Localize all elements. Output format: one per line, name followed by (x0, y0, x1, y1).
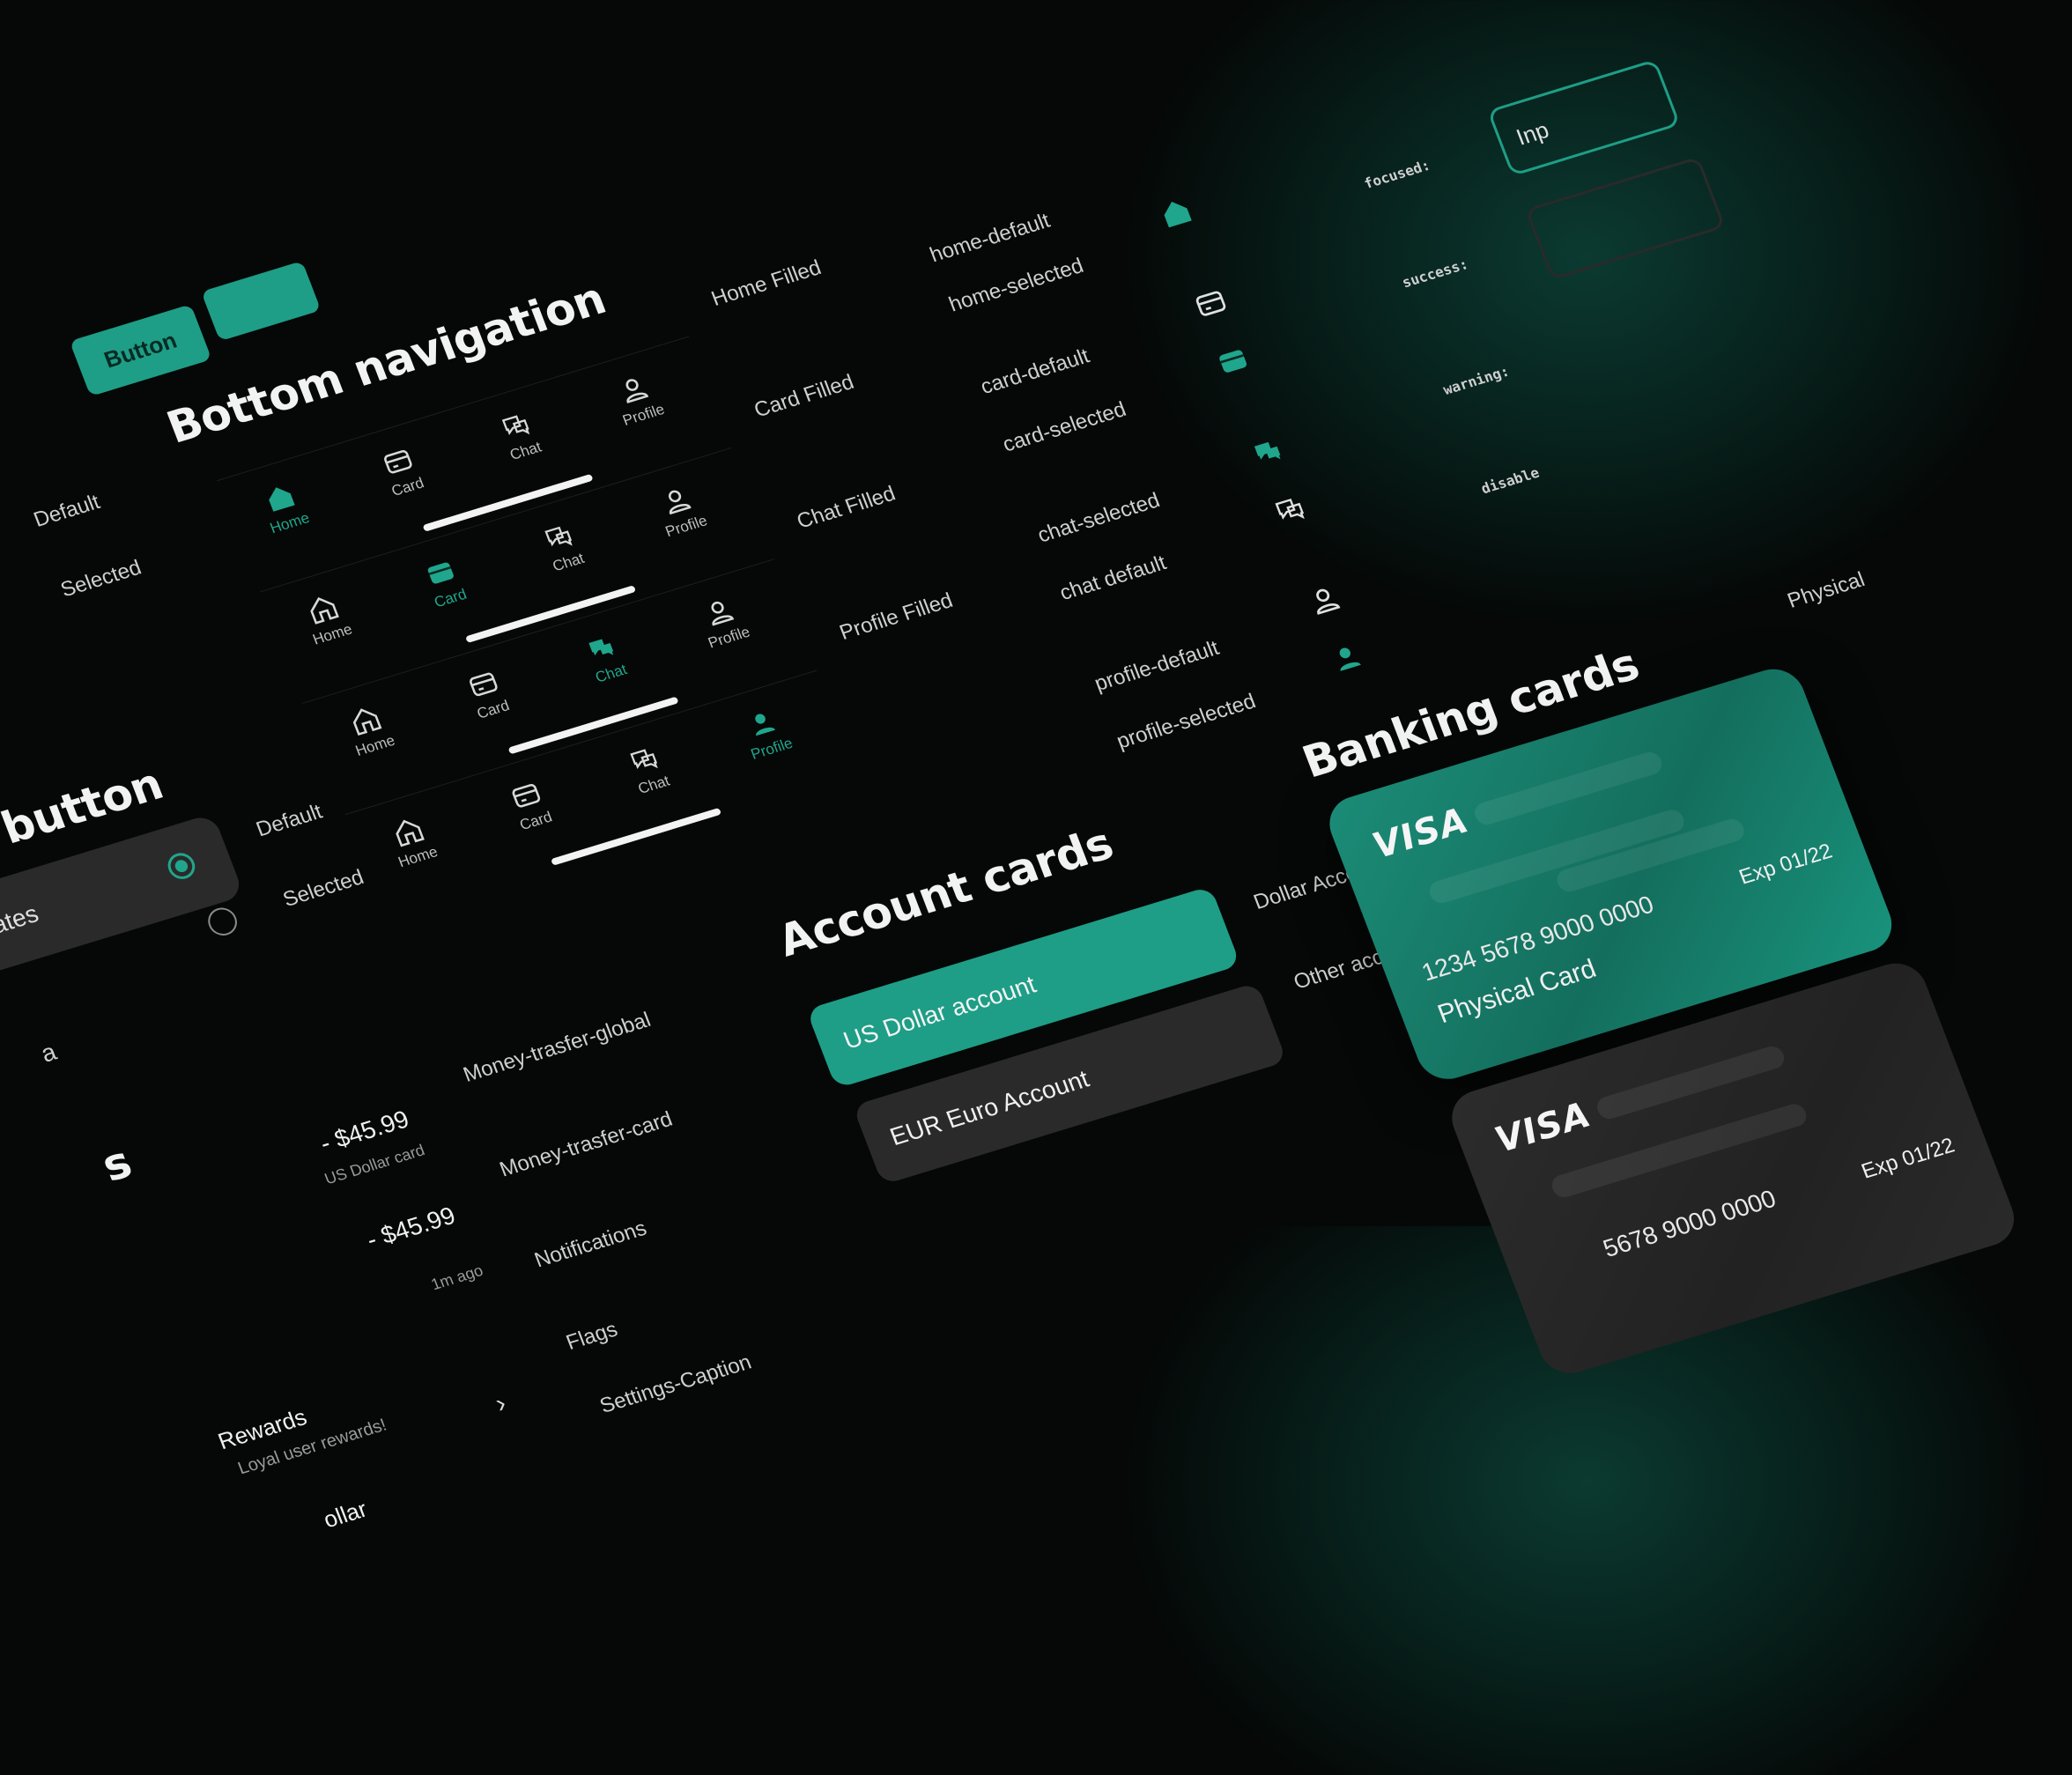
transaction-time: 1m ago (428, 1261, 486, 1294)
home-indicator (550, 807, 722, 866)
icon-label-chat-selected: chat-selected (1034, 488, 1164, 548)
nav-item-card[interactable]: Card (359, 438, 444, 507)
chevron-right-icon[interactable]: › (492, 1388, 511, 1419)
variant-label-flags: Flags (562, 1317, 621, 1355)
nav-item-chat[interactable]: Chat (477, 402, 562, 470)
input-state-success: success: (1399, 255, 1471, 292)
profile-filled-icon (1326, 639, 1369, 682)
nav-item-profile[interactable]: Profile (595, 366, 680, 434)
nav-item-profile[interactable]: Profile (638, 477, 723, 545)
icon-label-card-selected: card-selected (999, 397, 1129, 457)
variant-label-physical: Physical (1784, 567, 1868, 613)
icon-label-home-default: home-default (926, 209, 1054, 268)
card-expiry: Exp 01/22 (1735, 839, 1836, 890)
nav-item-home[interactable]: Home (241, 474, 327, 543)
nav-item-home[interactable]: Home (327, 696, 412, 765)
input-state-warning: warning: (1440, 362, 1512, 399)
profile-icon (1304, 581, 1347, 624)
variant-label-money-global: Money-trasfer-global (460, 1008, 655, 1087)
card-icon (1190, 285, 1233, 328)
chat-icon (1269, 490, 1313, 533)
visa-logo: VISA (1367, 800, 1475, 867)
variant-label-chat-filled: Chat Filled (793, 481, 899, 534)
state-label-selected: Selected (57, 555, 145, 603)
variant-label-profile-filled: Profile Filled (836, 588, 957, 646)
variant-label-money-card: Money-trasfer-card (496, 1106, 677, 1182)
icon-label-profile-default: profile-default (1091, 636, 1223, 696)
nav-item-home[interactable]: Home (369, 808, 455, 876)
nav-item-chat[interactable]: Chat (520, 513, 605, 581)
nav-item-profile[interactable]: Profile (723, 699, 809, 768)
variant-label-settings: Settings-Caption (596, 1350, 755, 1418)
variant-label-notifications: Notifications (531, 1216, 650, 1273)
nav-item-card[interactable]: Card (402, 549, 487, 618)
nav-item-chat[interactable]: Chat (562, 624, 648, 692)
nav-item-chat[interactable]: Chat (605, 736, 691, 804)
radio-unselected-icon[interactable] (204, 904, 241, 939)
design-system-canvas: on Default › Selected › o button ates De… (0, 0, 2072, 1533)
account-card-eur-label: EUR Euro Account (885, 1064, 1093, 1151)
input-state-focused: focused: (1361, 156, 1433, 193)
variant-label-card-filled: Card Filled (751, 370, 858, 423)
input-state-disabled: disable (1478, 463, 1542, 498)
card-expiry: Exp 01/22 (1858, 1133, 1958, 1184)
nav-item-home[interactable]: Home (284, 585, 369, 654)
state-label-default: Default (30, 490, 104, 532)
icon-label-card-default: card-default (977, 344, 1093, 400)
card-number: 5678 9000 0000 (1599, 1184, 1780, 1263)
icon-label-home-selected: home-selected (945, 254, 1087, 317)
radio-option-label: ates (0, 899, 42, 939)
account-card-usd-label: US Dollar account (840, 970, 1040, 1054)
transaction-amount-2: - $45.99 (362, 1201, 460, 1254)
input-field-focused[interactable]: Inp (1486, 58, 1681, 177)
radio-state-selected: Selected (279, 865, 367, 912)
home-filled-icon (1155, 194, 1198, 237)
section-title-fragment-s: s (94, 1136, 138, 1192)
nav-item-card[interactable]: Card (444, 660, 529, 728)
radio-selected-icon[interactable] (164, 849, 199, 883)
input-field-success[interactable] (1524, 156, 1726, 281)
radio-state-default: Default (253, 799, 326, 842)
variant-label-home-filled: Home Filled (707, 255, 825, 311)
icon-label-profile-selected: profile-selected (1113, 689, 1260, 754)
card-filled-icon (1212, 342, 1255, 385)
icon-label-chat-default: chat default (1056, 551, 1170, 605)
nav-item-profile[interactable]: Profile (680, 588, 766, 656)
chat-filled-icon (1247, 433, 1290, 476)
visa-logo: VISA (1489, 1094, 1597, 1161)
primary-button[interactable]: Button (69, 304, 212, 397)
primary-button-partial[interactable] (201, 261, 322, 342)
radio-option-label-2: a (37, 1038, 61, 1068)
nav-item-card[interactable]: Card (487, 772, 573, 840)
list-item-fragment: ollar (319, 1495, 371, 1534)
